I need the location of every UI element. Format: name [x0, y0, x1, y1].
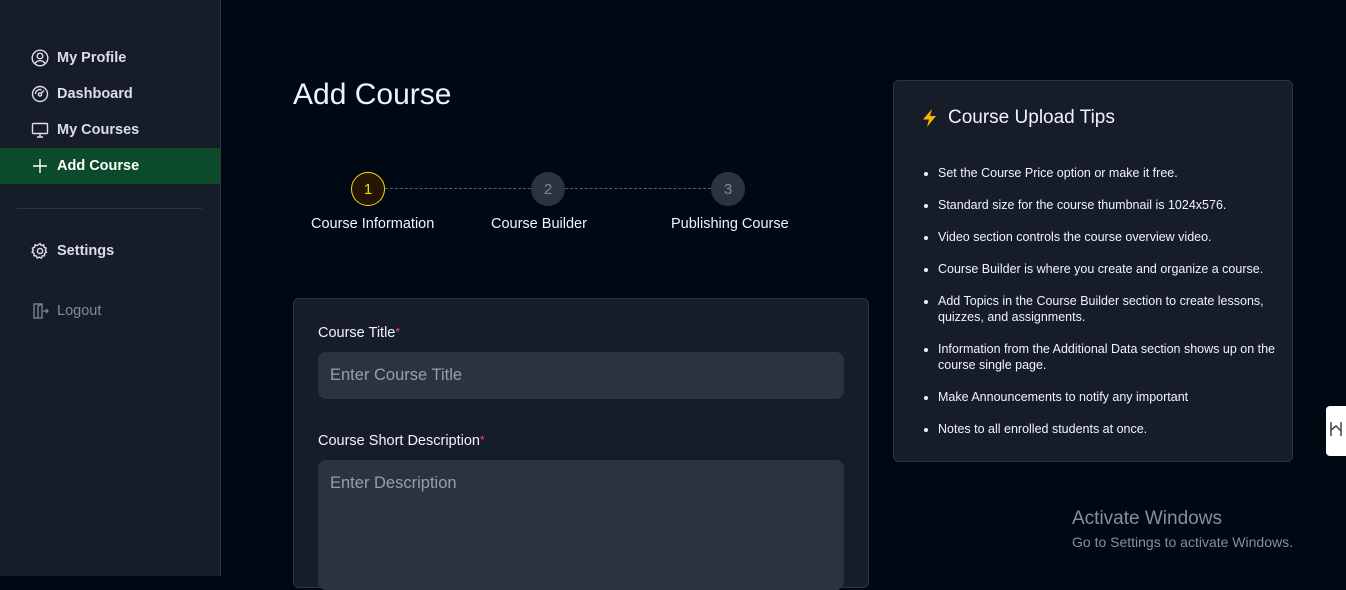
course-upload-tips: Course Upload Tips Set the Course Price … [893, 80, 1293, 462]
tip-item: Set the Course Price option or make it f… [938, 165, 1280, 181]
watermark-title: Activate Windows [1072, 508, 1222, 529]
user-circle-icon [31, 49, 49, 67]
tips-title-text: Course Upload Tips [948, 107, 1115, 128]
course-description-label: Course Short Description* [318, 433, 485, 449]
sidebar: My Profile Dashboard My Courses Add Cour… [0, 0, 221, 576]
page-title: Add Course [293, 78, 452, 111]
sidebar-item-label: Settings [57, 243, 115, 259]
course-info-form: Course Title* Course Short Description* [293, 298, 869, 590]
required-marker: * [395, 325, 401, 339]
course-description-label-text: Course Short Description [318, 433, 480, 449]
lightning-icon [920, 108, 940, 128]
course-title-input[interactable] [318, 352, 844, 399]
step-connector [385, 188, 531, 189]
step-1-circle: 1 [351, 172, 385, 206]
tip-item: Notes to all enrolled students at once. [938, 421, 1280, 437]
course-title-label: Course Title* [318, 325, 400, 341]
step-3-circle: 3 [711, 172, 745, 206]
watermark-subtitle: Go to Settings to activate Windows. [1072, 534, 1293, 550]
sidebar-item-add-course[interactable]: Add Course [0, 148, 220, 184]
step-connector [565, 188, 711, 189]
expand-icon [1329, 420, 1343, 443]
tips-title: Course Upload Tips [920, 107, 1115, 129]
gauge-icon [31, 85, 49, 103]
sidebar-item-my-profile[interactable]: My Profile [0, 40, 220, 76]
step-1-label: Course Information [311, 216, 435, 232]
step-3-label: Publishing Course [671, 216, 789, 232]
tip-item: Make Announcements to notify any importa… [938, 389, 1280, 405]
tip-item: Add Topics in the Course Builder section… [938, 293, 1280, 325]
sidebar-item-label: My Courses [57, 122, 140, 138]
required-marker: * [480, 433, 485, 447]
sidebar-divider [17, 208, 202, 209]
sidebar-item-settings[interactable]: Settings [0, 233, 220, 269]
tip-item: Video section controls the course overvi… [938, 229, 1280, 245]
logout-icon [31, 302, 49, 320]
tip-item: Standard size for the course thumbnail i… [938, 197, 1280, 213]
sidebar-item-label: My Profile [57, 50, 127, 66]
monitor-icon [31, 121, 49, 139]
sidebar-item-dashboard[interactable]: Dashboard [0, 76, 220, 112]
side-panel-tab[interactable] [1326, 406, 1346, 456]
tip-item: Course Builder is where you create and o… [938, 261, 1280, 277]
sidebar-item-label: Add Course [57, 158, 140, 174]
course-description-input[interactable] [318, 460, 844, 590]
sidebar-item-my-courses[interactable]: My Courses [0, 112, 220, 148]
sidebar-item-label: Logout [57, 303, 102, 319]
sidebar-item-label: Dashboard [57, 86, 133, 102]
tips-list: Set the Course Price option or make it f… [920, 165, 1280, 453]
plus-icon [31, 157, 49, 175]
course-title-label-text: Course Title [318, 325, 396, 341]
gear-icon [31, 242, 49, 260]
step-2-label: Course Builder [491, 216, 587, 232]
step-2-circle: 2 [531, 172, 565, 206]
sidebar-item-logout[interactable]: Logout [0, 293, 220, 329]
windows-activation-watermark: Activate Windows Go to Settings to activ… [1072, 508, 1293, 550]
tip-item: Information from the Additional Data sec… [938, 341, 1280, 373]
